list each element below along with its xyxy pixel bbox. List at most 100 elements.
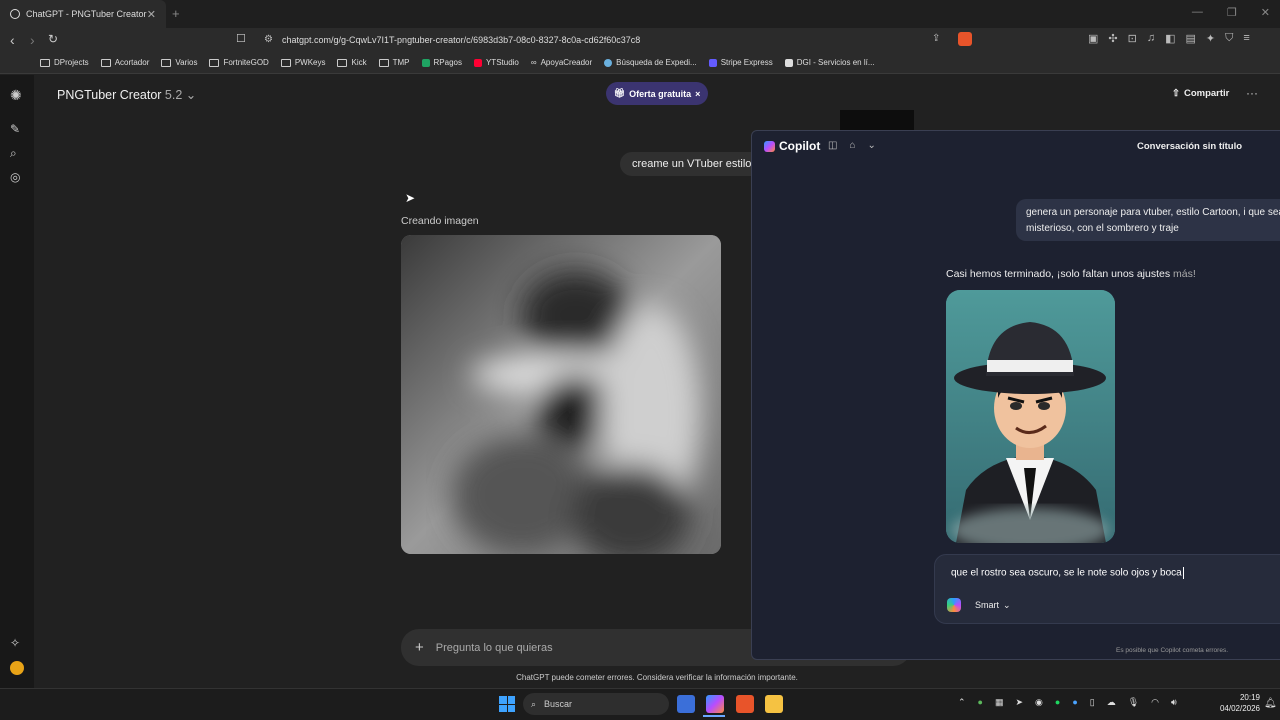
bookmark-item[interactable]: DGI - Servicios en lí... [784,58,875,67]
bookmark-item[interactable]: Kick [337,58,367,67]
copilot-disclaimer: Es posible que Copilot cometa errores. [1116,647,1229,654]
start-button[interactable] [499,696,515,712]
share-button[interactable]: ⇧ Compartir [1172,88,1229,99]
bookmark-item[interactable]: TMP [378,58,410,67]
window-controls: — ❐ ✕ [1192,6,1270,19]
bookmark-item[interactable]: RPagos [421,58,462,67]
taskbar-search[interactable]: ⌕ Buscar [523,693,669,715]
bookmark-item[interactable]: Stripe Express [708,58,773,67]
telegram-icon[interactable]: ➤ [1016,697,1024,708]
onedrive-icon[interactable]: ☁ [1107,697,1116,708]
chevron-down-icon[interactable]: ⌄ [868,140,876,151]
new-tab-icon[interactable]: + [172,6,180,21]
close-tab-icon[interactable]: ✕ [147,8,156,21]
browser-tab[interactable]: ChatGPT - PNGTuber Creator ✕ [0,0,166,28]
mode-selector[interactable]: Smart ⌄ [947,598,1011,612]
taskbar-clock[interactable]: 20:19 04/02/2026 [1200,692,1260,714]
chevron-up-icon[interactable]: ⌃ [958,697,966,708]
sidebar-toggle-icon[interactable]: ◫ [828,140,837,151]
generated-character-image[interactable] [946,290,1115,543]
brave-taskbar-icon[interactable] [736,695,754,713]
copilot-composer[interactable]: que el rostro sea oscuro, se le note sol… [934,554,1280,624]
sidebar-icon[interactable]: ◧ [1165,32,1175,45]
new-chat-icon[interactable]: ✎ [10,122,20,136]
search-icon: ⌕ [531,698,537,709]
bookmark-item[interactable]: ∞ ApoyaCreador [531,58,592,67]
model-selector[interactable]: PNGTuber Creator 5.2 ⌄ [57,87,196,102]
vpn-icon[interactable]: ⛉ [1225,32,1233,45]
prompt-placeholder: Pregunta lo que quieras [435,641,553,654]
bookmark-item[interactable]: YTStudio [473,58,519,67]
sparkle-icon[interactable]: ✧ [10,636,20,650]
url-field[interactable]: ⚙ chatgpt.com/g/g-CqwLv7I1T-pngtuber-cre… [256,30,976,50]
copilot-input[interactable]: que el rostro sea oscuro, se le note sol… [951,567,1184,579]
copilot-icon [764,140,775,152]
tray-app-icon[interactable]: ▦ [995,697,1004,708]
chevron-down-icon: ⌄ [185,88,197,102]
home-icon[interactable]: ⌂ [849,140,855,151]
bookmark-item[interactable]: Varios [161,58,197,67]
forward-icon[interactable]: › [30,32,35,48]
wifi-icon[interactable]: ◠ [1151,697,1159,708]
sidebar-rail [0,75,34,688]
screenshot-icon[interactable]: ⊡ [1128,32,1137,45]
copilot-taskbar-icon[interactable] [706,695,724,713]
browser-tab-strip [0,0,1280,28]
bookmark-item[interactable]: DProjects [40,58,89,67]
back-icon[interactable]: ‹ [10,32,15,48]
close-icon[interactable]: × [695,89,700,99]
wallet-icon[interactable]: ▤ [1186,32,1196,45]
puzzle-icon[interactable]: ✣ [1108,32,1117,45]
search-icon[interactable]: ⌕ [10,146,17,161]
site-settings-icon[interactable]: ⚙ [264,34,273,45]
tray-app-icon[interactable]: ● [1072,697,1077,708]
tab-title: ChatGPT - PNGTuber Creator [26,9,147,19]
menu-icon[interactable]: ≡ [1243,32,1249,45]
bookmark-item[interactable]: FortniteGOD [209,58,269,67]
openai-logo-icon[interactable]: ✺ [10,87,22,104]
disclaimer-text: ChatGPT puede cometer errores. Considera… [516,673,798,682]
folder-icon [209,58,220,67]
model-version: 5.2 [164,88,183,102]
spotify-icon[interactable]: ● [1055,697,1060,708]
minimize-icon[interactable]: — [1192,6,1203,19]
file-explorer-icon[interactable] [765,695,783,713]
bookmark-item[interactable]: PWKeys [280,58,325,67]
microphone-icon[interactable]: 🎙︎ [1128,697,1139,708]
notification-icon[interactable]: 🔔︎ [1264,698,1277,709]
bookmark-icon[interactable]: ☐ [236,32,246,45]
copilot-logo[interactable]: Copilot [764,139,820,153]
close-window-icon[interactable]: ✕ [1261,6,1270,19]
bookmark-item[interactable]: Búsqueda de Expedi... [604,58,697,67]
dgi-icon [784,58,793,67]
volume-icon[interactable]: 🔊︎ [1171,697,1177,708]
partial-image [840,110,914,132]
music-icon[interactable]: ♫ [1147,32,1155,45]
taskbar-app-icon[interactable] [677,695,695,713]
tray-app-icon[interactable]: ▯ [1090,697,1095,708]
more-options-icon[interactable]: ··· [1246,86,1258,100]
share-page-icon[interactable]: ⇪ [932,33,940,44]
library-icon[interactable]: ◎ [10,170,20,184]
active-app-indicator [703,715,725,717]
brave-shield-icon[interactable] [958,32,972,46]
bookmark-item[interactable]: Acortador [100,58,149,67]
copilot-user-message: genera un personaje para vtuber, estilo … [1016,199,1280,241]
extension-icon[interactable]: ▣ [1088,32,1098,45]
leo-ai-icon[interactable]: ✦ [1206,32,1215,45]
free-offer-badge[interactable]: 🎁︎ Oferta gratuita × [606,82,708,105]
add-attachment-icon[interactable]: + [415,639,424,656]
user-message: creame un VTuber estilo c [620,152,772,176]
bookmarks-bar: DProjects Acortador Varios FortniteGOD P… [0,52,1280,74]
restore-icon[interactable]: ❐ [1227,6,1237,19]
link-icon: ∞ [530,58,537,67]
gift-icon: 🎁︎ [613,88,626,98]
folder-icon [100,58,111,67]
url-text: chatgpt.com/g/g-CqwLv7I1T-pngtuber-creat… [282,35,641,45]
clock-date: 04/02/2026 [1219,704,1260,713]
copilot-status: Casi hemos terminado, ¡solo faltan unos … [946,268,1196,280]
folder-icon [337,58,348,67]
reload-icon[interactable]: ↻ [48,32,58,46]
tray-app-icon[interactable]: ● [978,697,983,708]
discord-icon[interactable]: ◉ [1035,697,1043,708]
